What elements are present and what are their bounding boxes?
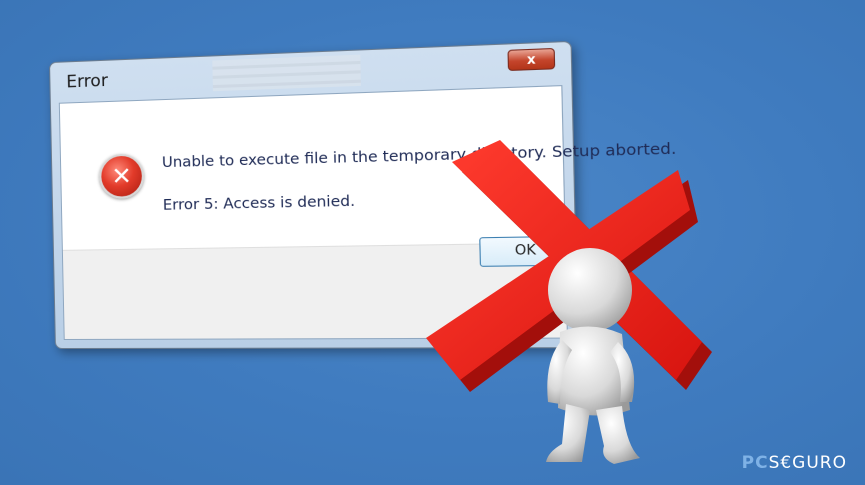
watermark-logo: PCS€GURO <box>742 453 847 473</box>
person-figure <box>546 248 640 464</box>
watermark-suffix: S€GURO <box>768 453 847 473</box>
watermark-prefix: PC <box>741 453 769 473</box>
scene-background: Error x ✕ Unable to execute file in the … <box>0 0 865 485</box>
